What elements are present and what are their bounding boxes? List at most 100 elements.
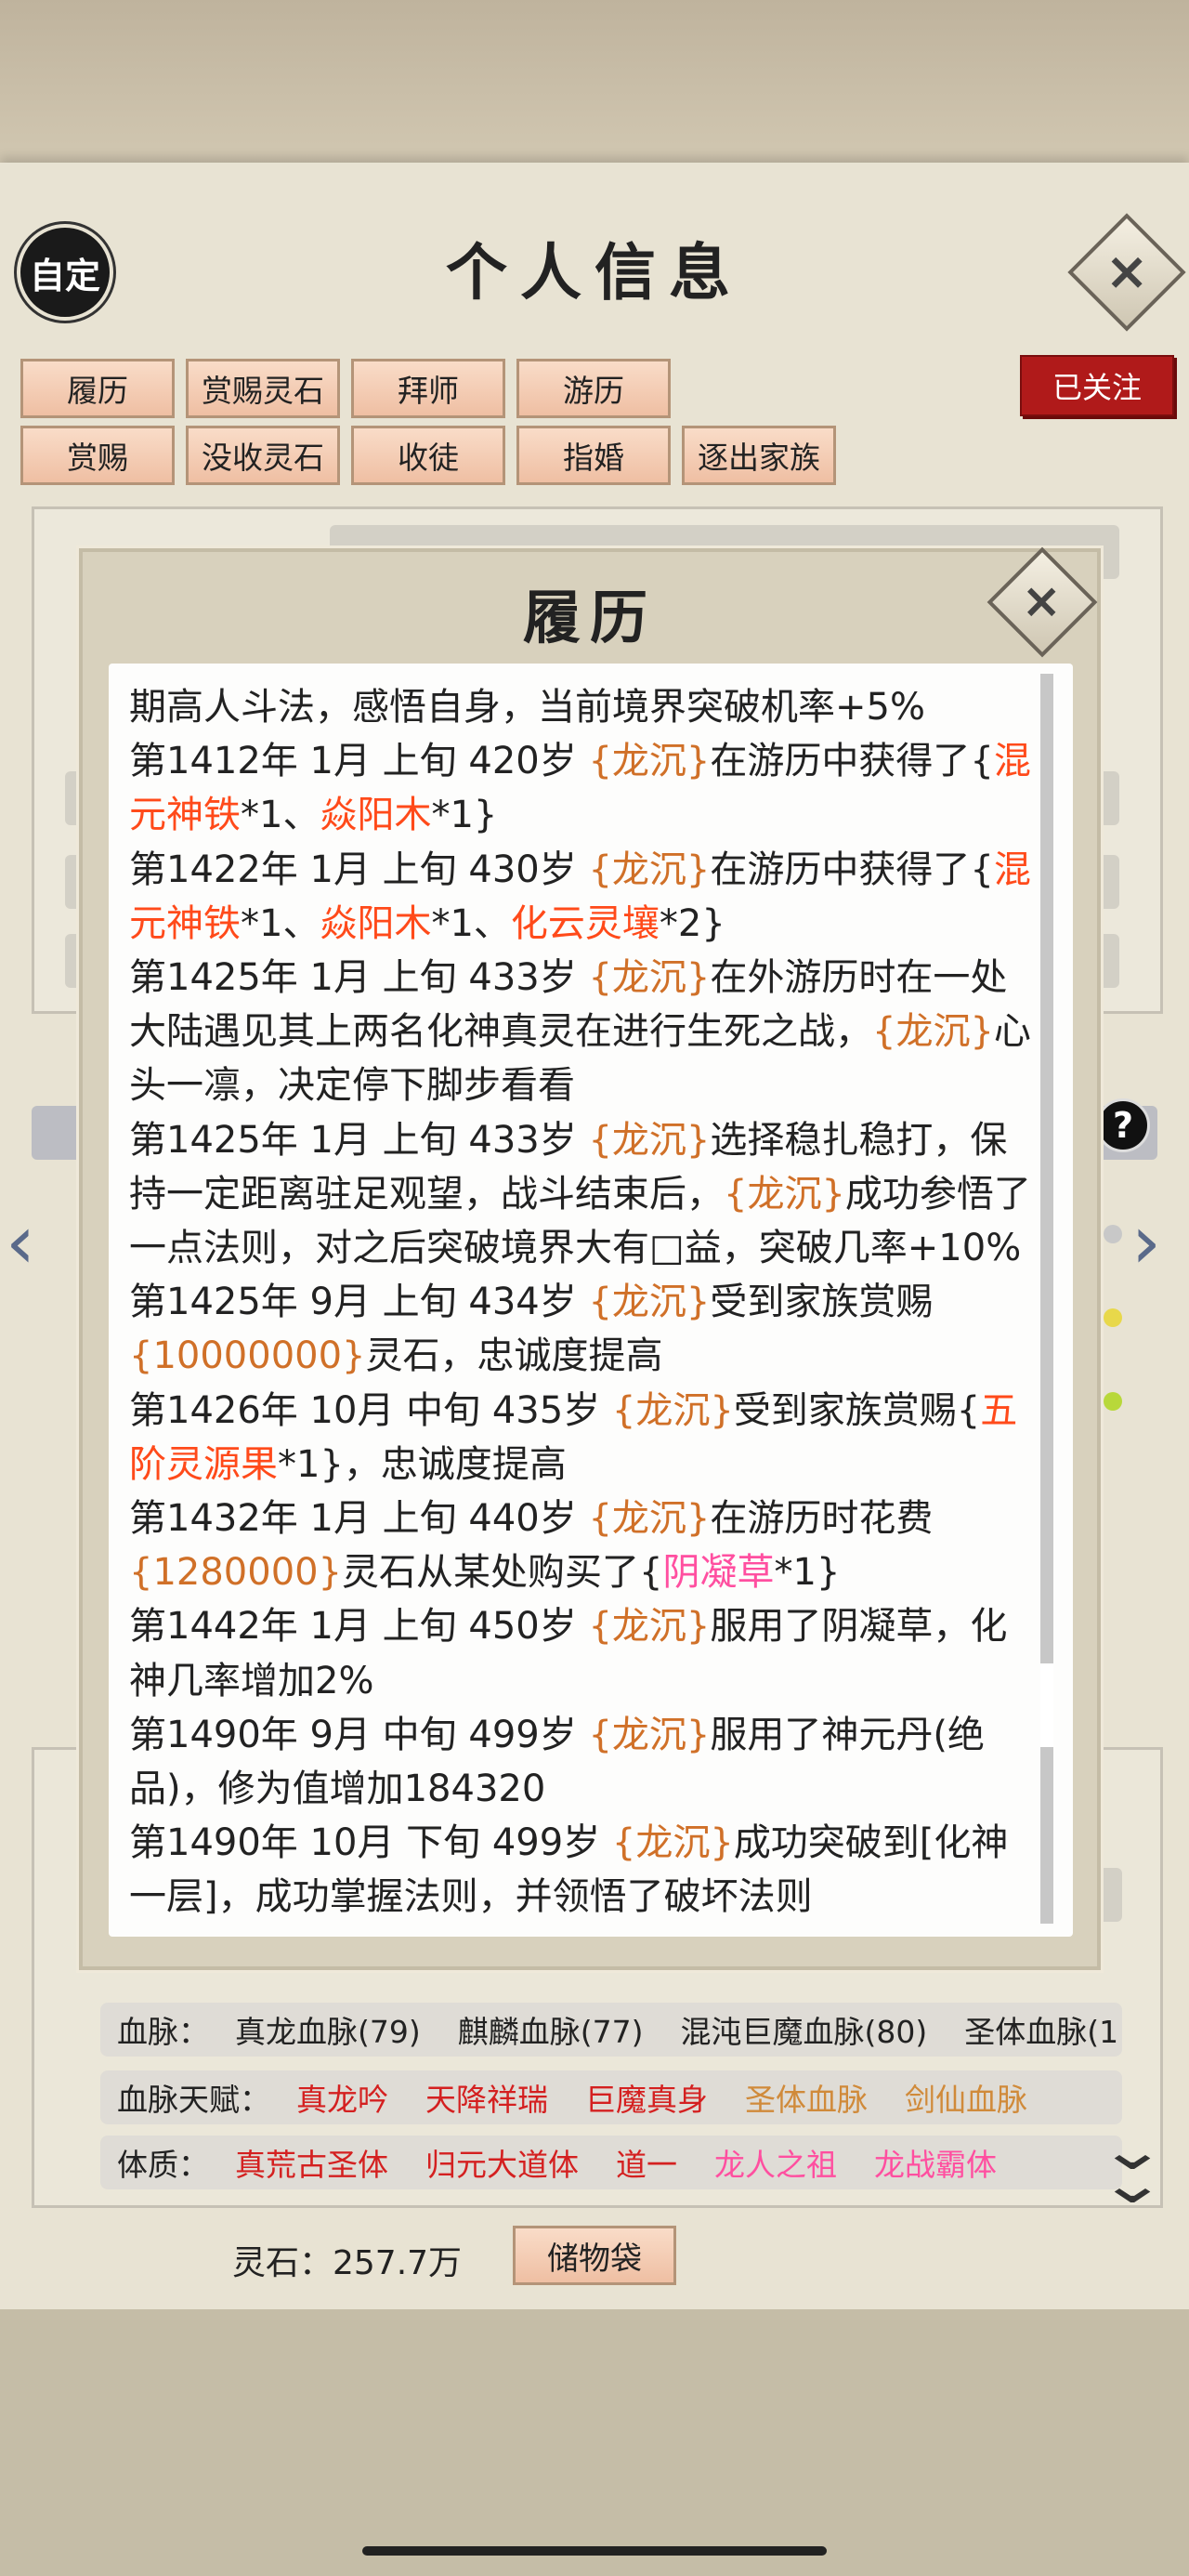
status-dot xyxy=(1104,1225,1122,1243)
log-entry: 期高人斗法，感悟自身，当前境界突破机率+5% xyxy=(129,680,1039,734)
status-dot xyxy=(1104,1308,1122,1327)
highlight-text: 焱阳木 xyxy=(320,794,432,837)
log-text-segment: 期高人斗法，感悟自身，当前境界突破机率+5% xyxy=(129,686,925,729)
highlight-text: 化云灵壤 xyxy=(510,901,660,945)
right-arrow-icon[interactable]: › xyxy=(1131,1199,1161,1285)
tab-confiscate-stones[interactable]: 没收灵石 xyxy=(186,426,340,485)
status-dot xyxy=(1104,1392,1122,1411)
spirit-stones-label: 灵石：257.7万 xyxy=(232,2244,463,2282)
close-icon: × xyxy=(1013,582,1070,623)
log-text-segment: 在游历中获得了{ xyxy=(710,740,994,783)
highlight-text: {龙沉} xyxy=(588,1281,711,1324)
log-entry: 第1425年 1月 上旬 433岁 {龙沉}选择稳扎稳打，保持一定距离驻足观望，… xyxy=(129,1113,1039,1276)
log-text-segment: 受到家族赏赐 xyxy=(710,1281,934,1324)
tab-travel[interactable]: 游历 xyxy=(516,359,671,418)
highlight-text: {龙沉} xyxy=(588,1118,711,1162)
talent-item[interactable]: 巨魔真身 xyxy=(585,2082,708,2118)
physique-item[interactable]: 龙人之祖 xyxy=(714,2147,837,2183)
tab-expel[interactable]: 逐出家族 xyxy=(682,426,836,485)
talent-item[interactable]: 圣体血脉 xyxy=(745,2082,868,2118)
log-text-segment: 在游历时花费 xyxy=(710,1497,934,1541)
log-text: 期高人斗法，感悟自身，当前境界突破机率+5% 第1412年 1月 上旬 420岁 … xyxy=(129,680,1039,1925)
log-entry: 第1432年 1月 上旬 440岁 {龙沉}在游历时花费 {1280000}灵石从… xyxy=(129,1492,1039,1599)
talent-item[interactable]: 剑仙血脉 xyxy=(905,2082,1027,2118)
bloodline-item[interactable]: 真龙血脉(79) xyxy=(235,2007,421,2052)
log-entry: 第1490年 9月 中旬 499岁 {龙沉}服用了神元丹(绝品)，修为值增加18… xyxy=(129,1708,1039,1816)
log-text-segment: 第1432年 1月 上旬 440岁 xyxy=(129,1497,589,1541)
log-entry: 第1422年 1月 上旬 430岁 {龙沉}在游历中获得了{混元神铁*1、焱阳木… xyxy=(129,843,1039,951)
tab-apprentice[interactable]: 拜师 xyxy=(351,359,505,418)
highlight-text: {龙沉} xyxy=(588,848,711,891)
log-text-segment: 在游历中获得了{ xyxy=(710,848,994,891)
highlight-text: 焱阳木 xyxy=(320,901,432,945)
log-text-segment: *1、 xyxy=(241,794,320,837)
highlight-text: {10000000} xyxy=(129,1334,366,1378)
log-entry: 第1426年 10月 中旬 435岁 {龙沉}受到家族赏赐{五阶灵源果*1}，忠… xyxy=(129,1384,1039,1492)
log-text-segment: 第1490年 10月 下旬 499岁 xyxy=(129,1821,612,1865)
physique-item[interactable]: 真荒古圣体 xyxy=(235,2147,388,2183)
log-text-segment: 第1425年 1月 上旬 433岁 xyxy=(129,956,589,1000)
talent-item[interactable]: 真龙吟 xyxy=(296,2082,388,2118)
log-entry: 第1412年 1月 上旬 420岁 {龙沉}在游历中获得了{混元神铁*1、焱阳木… xyxy=(129,734,1039,842)
left-arrow-icon[interactable]: ‹ xyxy=(6,1199,35,1285)
tab-reward-stones[interactable]: 赏赐灵石 xyxy=(186,359,340,418)
talent-label: 血脉天赋： xyxy=(117,2082,270,2118)
talent-item[interactable]: 天降祥瑞 xyxy=(425,2082,548,2118)
highlight-text: {龙沉} xyxy=(588,1605,711,1649)
page-title: 个人信息 xyxy=(446,236,743,309)
double-chevron-down-icon[interactable]: ⌄ ⌄ xyxy=(1097,2123,1167,2212)
highlight-text: {龙沉} xyxy=(588,1497,711,1541)
bloodline-item[interactable]: 麒麟血脉(77) xyxy=(458,2007,644,2052)
log-text-segment: 第1425年 1月 上旬 433岁 xyxy=(129,1118,589,1162)
bottom-background xyxy=(0,2309,1189,2576)
home-indicator[interactable] xyxy=(362,2546,827,2556)
follow-button[interactable]: 已关注 xyxy=(1020,355,1174,416)
log-entry: 第1442年 1月 上旬 450岁 {龙沉}服用了阴凝草，化神几率增加2% xyxy=(129,1599,1039,1707)
log-text-segment: 受到家族赏赐{ xyxy=(733,1388,981,1432)
bloodline-label: 血脉： xyxy=(117,2014,209,2050)
highlight-text: {龙沉} xyxy=(724,1172,845,1216)
highlight-text: {龙沉} xyxy=(872,1010,994,1054)
log-text-segment: *1} xyxy=(431,794,498,837)
log-entry: 第1425年 9月 上旬 434岁 {龙沉}受到家族赏赐 {10000000}灵石… xyxy=(129,1275,1039,1383)
log-entry: 第1425年 1月 上旬 433岁 {龙沉}在外游历时在一处大陆遇见其上两名化神… xyxy=(129,951,1039,1113)
log-text-segment: *1、 xyxy=(241,901,320,945)
highlight-text: {龙沉} xyxy=(588,956,711,1000)
storage-bag-button[interactable]: 储物袋 xyxy=(513,2226,676,2285)
log-text-segment: *1}，忠诚度提高 xyxy=(278,1442,567,1486)
physique-item[interactable]: 龙战霸体 xyxy=(874,2147,997,2183)
close-icon: × xyxy=(1096,250,1157,295)
scrollbar-thumb[interactable] xyxy=(1040,1663,1053,1747)
log-text-segment: 灵石，忠诚度提高 xyxy=(365,1334,663,1378)
help-icon[interactable]: ? xyxy=(1096,1098,1150,1152)
bloodline-item[interactable]: 混沌巨魔血脉(80) xyxy=(681,2007,928,2052)
log-text-segment: 第1412年 1月 上旬 420岁 xyxy=(129,740,589,783)
highlight-text: {龙沉} xyxy=(611,1388,734,1432)
modal-title: 履历 xyxy=(522,584,657,651)
log-text-segment: *1} xyxy=(774,1551,841,1595)
physique-item[interactable]: 道一 xyxy=(616,2147,677,2183)
highlight-text: {龙沉} xyxy=(611,1821,734,1865)
highlight-text: {1280000} xyxy=(129,1551,343,1595)
top-background xyxy=(0,0,1189,163)
log-text-segment: 第1426年 10月 中旬 435岁 xyxy=(129,1388,612,1432)
log-text-segment: *2} xyxy=(659,901,725,945)
log-text-segment: 灵石从某处购买了{ xyxy=(342,1551,663,1595)
resume-log[interactable]: 期高人斗法，感悟自身，当前境界突破机率+5% 第1412年 1月 上旬 420岁 … xyxy=(109,664,1073,1937)
log-text-segment: 第1422年 1月 上旬 430岁 xyxy=(129,848,589,891)
resume-modal: 履历 期高人斗法，感悟自身，当前境界突破机率+5% 第1412年 1月 上旬 42… xyxy=(79,548,1101,1970)
log-entry: 第1490年 10月 下旬 499岁 {龙沉}成功突破到[化神一层]，成功掌握法… xyxy=(129,1816,1039,1924)
log-text-segment: *1、 xyxy=(431,901,511,945)
tab-resume[interactable]: 履历 xyxy=(20,359,175,418)
highlight-text: 阴凝草 xyxy=(662,1551,775,1595)
physique-label: 体质： xyxy=(117,2147,209,2183)
tab-take-disciple[interactable]: 收徒 xyxy=(351,426,505,485)
bloodline-item[interactable]: 圣体血脉(1 xyxy=(964,2007,1118,2052)
physique-item[interactable]: 归元大道体 xyxy=(425,2147,579,2183)
talent-row: 血脉天赋： 真龙吟 天降祥瑞 巨魔真身 圣体血脉 剑仙血脉 xyxy=(100,2070,1122,2124)
log-text-segment: 第1442年 1月 上旬 450岁 xyxy=(129,1605,589,1649)
tab-arrange-marriage[interactable]: 指婚 xyxy=(516,426,671,485)
log-text-segment: 第1490年 9月 中旬 499岁 xyxy=(129,1713,589,1756)
tab-reward[interactable]: 赏赐 xyxy=(20,426,175,485)
physique-row: 体质： 真荒古圣体 归元大道体 道一 龙人之祖 龙战霸体 xyxy=(100,2136,1122,2189)
